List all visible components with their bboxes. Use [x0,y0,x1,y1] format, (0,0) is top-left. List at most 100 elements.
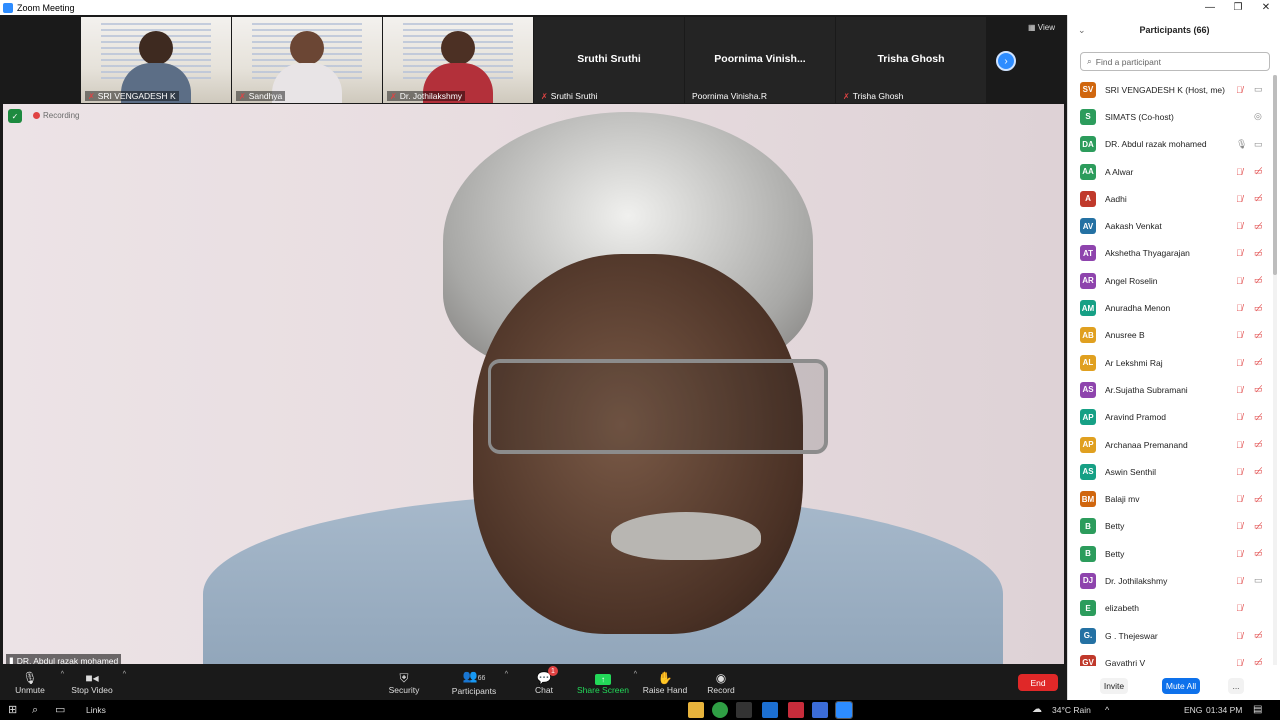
participant-row[interactable]: AR Angel Roselin 🎙̸ ▭̸ [1068,267,1273,294]
view-button[interactable]: ▦ View [1028,23,1055,32]
view-label: View [1037,23,1055,32]
video-tile-sandhya[interactable]: ✗ Sandhya [232,17,382,103]
avatar: E [1080,600,1096,617]
participant-row[interactable]: AM Anuradha Menon 🎙̸ ▭̸ [1068,294,1273,321]
participants-button[interactable]: 👥66 Participants ^ [444,665,508,700]
share-status-icon: ◎ [1254,111,1262,122]
links-toolbar[interactable]: Links [86,705,106,715]
participant-row[interactable]: AP Aravind Pramod 🎙̸ ▭̸ [1068,404,1273,431]
avatar: AS [1080,463,1096,480]
participant-row[interactable]: G. G . Thejeswar 🎙̸ ▭̸ [1068,622,1273,649]
mic-muted-icon: 🎙̸ [1236,603,1243,614]
more-options-button[interactable]: ... [1228,678,1244,694]
window-title: Zoom Meeting [17,2,75,13]
video-options-caret-icon[interactable]: ^ [123,671,126,678]
avatar: A [1080,190,1096,207]
video-off-icon: ▭̸ [1254,357,1263,368]
chat-button[interactable]: 💬 1 Chat [514,665,574,700]
participant-search-input[interactable]: ⌕ Find a participant [1080,52,1270,71]
unmute-button[interactable]: 🎙 Unmute ^ [0,665,64,700]
video-icon: ▭ [1254,138,1263,149]
title-bar: Zoom Meeting — ❐ ✕ [0,0,1280,15]
participant-row[interactable]: AV Aakash Venkat 🎙̸ ▭̸ [1068,212,1273,239]
next-page-button[interactable]: › [996,51,1016,71]
app-icon-2[interactable] [812,702,828,718]
participants-label: Participants [451,686,497,696]
shield-icon: ⛨ [399,670,409,685]
tray-chevron-icon[interactable]: ^ [1105,703,1109,717]
weather-text[interactable]: 34°C Rain [1052,705,1091,715]
clock[interactable]: 01:34 PM [1206,705,1242,715]
mic-muted-icon: ✗ [88,91,95,101]
participant-row[interactable]: B Betty 🎙̸ ▭̸ [1068,540,1273,567]
participant-name: Betty [1105,548,1125,559]
participant-row[interactable]: AS Ar.Sujatha Subramani 🎙̸ ▭̸ [1068,376,1273,403]
participant-row[interactable]: Eelizabeth 🎙̸ [1068,595,1273,622]
security-app-icon[interactable] [736,702,752,718]
zoom-taskbar-icon[interactable] [835,701,853,719]
restore-button[interactable]: ❐ [1224,0,1252,15]
encryption-shield-icon[interactable]: ✓ [8,109,22,123]
mute-all-button[interactable]: Mute All [1162,678,1200,694]
mic-muted-icon: 🎙̸ [1236,275,1243,286]
avatar: AP [1080,436,1096,453]
participant-name: Angel Roselin [1105,275,1158,286]
participant-row[interactable]: GV Gayathri V 🎙̸ ▭̸ [1068,649,1273,666]
participants-caret-icon[interactable]: ^ [505,671,508,678]
participant-name: Archanaa Premanand [1105,439,1188,450]
avatar: B [1080,545,1096,562]
chevron-right-icon: › [1004,55,1008,67]
outlook-icon[interactable] [762,702,778,718]
participant-row[interactable]: AP Archanaa Premanand 🎙̸ ▭̸ [1068,431,1273,458]
stop-video-label: Stop Video [71,684,113,695]
video-tile-poornima[interactable]: Poornima Vinish... Poornima Vinisha.R [685,17,835,103]
security-button[interactable]: ⛨ Security [374,665,434,700]
video-tile-sri-vengadesh[interactable]: ✗ SRI VENGADESH K [81,17,231,103]
mic-muted-icon: 🎙̸ [1236,330,1243,341]
video-tile-trisha[interactable]: Trisha Ghosh ✗ Trisha Ghosh [836,17,986,103]
participant-row[interactable]: DJ Dr. Jothilakshmy 🎙̸ ▭ [1068,567,1273,594]
avatar: AP [1080,409,1096,426]
participant-row[interactable]: SV SRI VENGADESH K (Host, me) 🎙̸ ▭ [1068,76,1273,103]
participant-row[interactable]: B Betty 🎙̸ ▭̸ [1068,513,1273,540]
participant-row[interactable]: AS Aswin Senthil 🎙̸ ▭̸ [1068,458,1273,485]
record-icon: ◉ [715,670,727,685]
participants-panel: ⌄ Participants (66) ⌕ Find a participant… [1067,15,1280,700]
tile-name: Sruthi Sruthi [550,91,598,101]
end-meeting-button[interactable]: End [1018,674,1058,691]
search-icon[interactable]: ⌕ [32,703,38,717]
windows-start-icon[interactable]: ⊞ [8,703,17,717]
participant-row[interactable]: S SIMATS (Co-host) ◎ [1068,103,1273,130]
share-screen-button[interactable]: ↑ Share Screen ^ [573,665,637,700]
participant-scroll-thumb[interactable] [1273,75,1277,275]
chrome-icon[interactable] [712,702,728,718]
video-tile-jothilakshmy[interactable]: ✗ Dr. Jothilakshmy [383,17,533,103]
minimize-button[interactable]: — [1196,0,1224,15]
participant-row[interactable]: AT Akshetha Thyagarajan 🎙̸ ▭̸ [1068,240,1273,267]
video-tile-sruthi[interactable]: Sruthi Sruthi ✗ Sruthi Sruthi [534,17,684,103]
participant-row[interactable]: DA DR. Abdul razak mohamed 🎙 ▭ [1068,131,1273,158]
chevron-down-icon[interactable]: ⌄ [1078,25,1086,36]
close-button[interactable]: ✕ [1252,0,1280,15]
file-explorer-icon[interactable] [688,702,704,718]
participant-row[interactable]: A Aadhi 🎙̸ ▭̸ [1068,185,1273,212]
notifications-icon[interactable]: ▤ [1253,703,1262,717]
participant-row[interactable]: AB Anusree B 🎙̸ ▭̸ [1068,322,1273,349]
language-indicator[interactable]: ENG [1184,705,1202,715]
participant-row[interactable]: AL Ar Lekshmi Raj 🎙̸ ▭̸ [1068,349,1273,376]
mic-muted-icon: 🎙̸ [1236,221,1243,232]
avatar: AS [1080,381,1096,398]
windows-taskbar: ⊞ ⌕ ▭ Links ☁ 34°C Rain ^ ENG 01:34 PM ▤ [0,700,1280,720]
task-view-icon[interactable]: ▭ [55,703,65,717]
raise-hand-button[interactable]: ✋ Raise Hand [635,665,695,700]
raise-hand-label: Raise Hand [642,684,688,695]
stop-video-button[interactable]: ■◂ Stop Video ^ [62,665,126,700]
video-off-icon: ▭̸ [1254,166,1263,177]
participant-row[interactable]: BM Balaji mv 🎙̸ ▭̸ [1068,485,1273,512]
participant-name: Anuradha Menon [1105,303,1171,314]
app-icon[interactable] [788,702,804,718]
record-button[interactable]: ◉ Record [691,665,751,700]
video-off-icon: ▭̸ [1254,329,1263,340]
invite-button[interactable]: Invite [1100,678,1128,694]
participant-row[interactable]: AA A Alwar 🎙̸ ▭̸ [1068,158,1273,185]
